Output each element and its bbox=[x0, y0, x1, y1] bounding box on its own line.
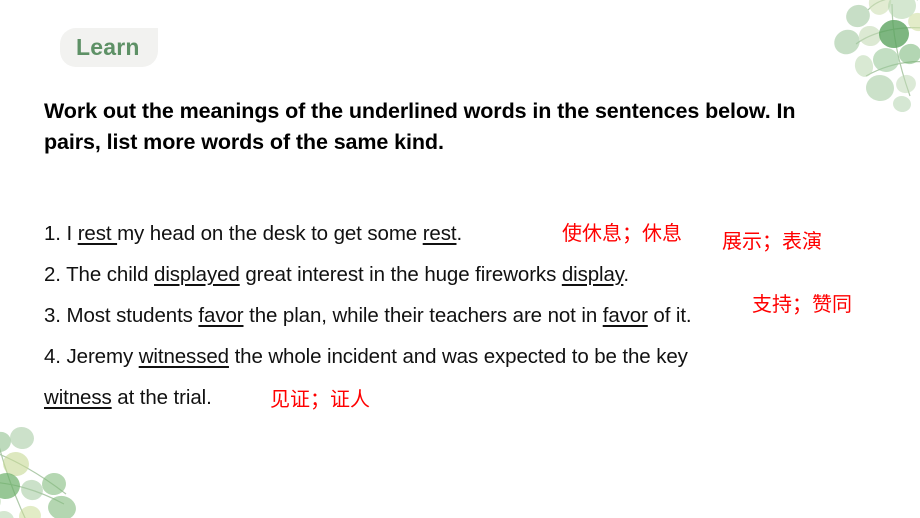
sentence-number: 2. bbox=[44, 263, 61, 286]
sentence-text: The child bbox=[60, 263, 155, 286]
sentence-text: Most students bbox=[60, 304, 199, 327]
sentence-text: Jeremy bbox=[60, 345, 139, 368]
sentence-text: my head on the desk to get some bbox=[117, 222, 423, 245]
sentence-line: witness at the trial. bbox=[44, 377, 874, 418]
section-badge-learn: Learn bbox=[60, 28, 158, 68]
instruction-text: Work out the meanings of the underlined … bbox=[44, 99, 796, 155]
sentence-text: the whole incident and was expected to b… bbox=[228, 345, 688, 368]
sentence-text: the plan, while their teachers are not i… bbox=[243, 304, 603, 327]
sentence-text: great interest in the huge fireworks bbox=[239, 263, 562, 286]
underlined-word: rest bbox=[77, 222, 118, 245]
sentence-line: 4. Jeremy witnessed the whole incident a… bbox=[44, 336, 874, 377]
eucalyptus-leaves-bottom-left-icon bbox=[0, 426, 76, 518]
annotation-witness: 见证；证人 bbox=[270, 387, 370, 411]
annotation-favor: 支持；赞同 bbox=[752, 292, 852, 316]
sentence-number: 4. bbox=[44, 345, 61, 368]
underlined-word: displayed bbox=[154, 263, 240, 286]
annotation-display: 展示；表演 bbox=[722, 229, 822, 253]
sentence-line: 2. The child displayed great interest in… bbox=[44, 254, 874, 295]
annotation-rest: 使休息；休息 bbox=[562, 221, 682, 245]
sentence-text: . bbox=[456, 222, 463, 245]
slide-canvas: Learn Work out the meanings of the under… bbox=[0, 0, 920, 518]
sentence-number: 3. bbox=[44, 304, 61, 327]
sentence-text: at the trial. bbox=[111, 386, 212, 409]
underlined-word: favor bbox=[198, 304, 244, 327]
underlined-word: witness bbox=[44, 386, 112, 409]
sentence-text: . bbox=[623, 263, 630, 286]
underlined-word: display bbox=[561, 263, 624, 286]
sentence-text: I bbox=[60, 222, 78, 245]
underlined-word: rest bbox=[422, 222, 457, 245]
underlined-word: witnessed bbox=[138, 345, 229, 368]
sentence-number: 1. bbox=[44, 222, 61, 245]
sentence-text: of it. bbox=[647, 304, 692, 327]
sentence-line: 3. Most students favor the plan, while t… bbox=[44, 295, 874, 336]
underlined-word: favor bbox=[602, 304, 648, 327]
